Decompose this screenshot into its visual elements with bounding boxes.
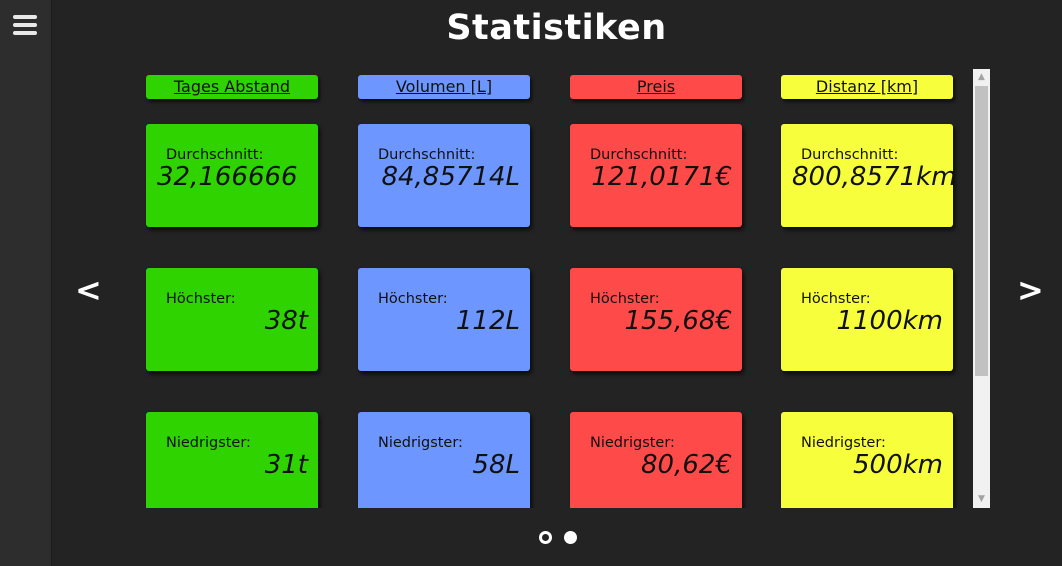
- stat-label: Durchschnitt:: [801, 147, 899, 163]
- stat-label: Höchster:: [166, 291, 236, 307]
- stat-label: Niedrigster:: [166, 435, 251, 451]
- stat-card-average: Durchschnitt: 800,8571km: [781, 124, 953, 227]
- stat-value: 500km: [852, 450, 943, 480]
- stat-value: 32,166666: [157, 162, 298, 192]
- sidebar: [0, 0, 52, 566]
- chevron-up-icon[interactable]: ▲: [973, 69, 990, 86]
- column-header[interactable]: Distanz [km]: [781, 75, 953, 99]
- page-title: Statistiken: [446, 8, 667, 48]
- vertical-scrollbar[interactable]: ▲ ▼: [973, 69, 990, 508]
- stat-card-average: Durchschnitt: 32,166666: [146, 124, 318, 227]
- statistics-grid: Tages Abstand Durchschnitt: 32,166666 Hö…: [130, 69, 973, 508]
- stat-label: Durchschnitt:: [166, 147, 264, 163]
- stat-value: 112L: [455, 306, 520, 336]
- page-dot-2[interactable]: [564, 531, 577, 544]
- column-header[interactable]: Preis: [570, 75, 742, 99]
- next-page-button[interactable]: >: [1017, 270, 1044, 310]
- scrollbar-thumb[interactable]: [975, 86, 988, 376]
- stat-label: Niedrigster:: [590, 435, 675, 451]
- stat-value: 800,8571km: [792, 162, 953, 192]
- stat-card-min: Niedrigster: 500km: [781, 412, 953, 508]
- stat-card-max: Höchster: 1100km: [781, 268, 953, 371]
- stat-label: Niedrigster:: [378, 435, 463, 451]
- stat-card-max: Höchster: 112L: [358, 268, 530, 371]
- stat-value: 31t: [264, 450, 308, 480]
- stat-label: Niedrigster:: [801, 435, 886, 451]
- stat-value: 1100km: [836, 306, 943, 336]
- stat-card-average: Durchschnitt: 121,0171€: [570, 124, 742, 227]
- stat-label: Höchster:: [801, 291, 871, 307]
- stat-value: 38t: [264, 306, 308, 336]
- stat-label: Höchster:: [590, 291, 660, 307]
- stat-card-max: Höchster: 155,68€: [570, 268, 742, 371]
- stat-value: 58L: [472, 450, 520, 480]
- stat-label: Durchschnitt:: [590, 147, 688, 163]
- stat-card-min: Niedrigster: 58L: [358, 412, 530, 508]
- stat-value: 84,85714L: [381, 162, 520, 192]
- column-header[interactable]: Volumen [L]: [358, 75, 530, 99]
- prev-page-button[interactable]: <: [75, 270, 102, 310]
- stat-label: Durchschnitt:: [378, 147, 476, 163]
- stat-card-min: Niedrigster: 80,62€: [570, 412, 742, 508]
- stat-card-min: Niedrigster: 31t: [146, 412, 318, 508]
- stat-value: 155,68€: [624, 306, 732, 336]
- stat-value: 121,0171€: [591, 162, 732, 192]
- pagination-dots: [539, 531, 579, 545]
- stat-value: 80,62€: [641, 450, 732, 480]
- stat-card-max: Höchster: 38t: [146, 268, 318, 371]
- page-dot-1[interactable]: [539, 531, 552, 544]
- stat-label: Höchster:: [378, 291, 448, 307]
- stat-card-average: Durchschnitt: 84,85714L: [358, 124, 530, 227]
- column-header[interactable]: Tages Abstand: [146, 75, 318, 99]
- hamburger-menu-icon[interactable]: [13, 15, 37, 35]
- chevron-down-icon[interactable]: ▼: [973, 491, 990, 508]
